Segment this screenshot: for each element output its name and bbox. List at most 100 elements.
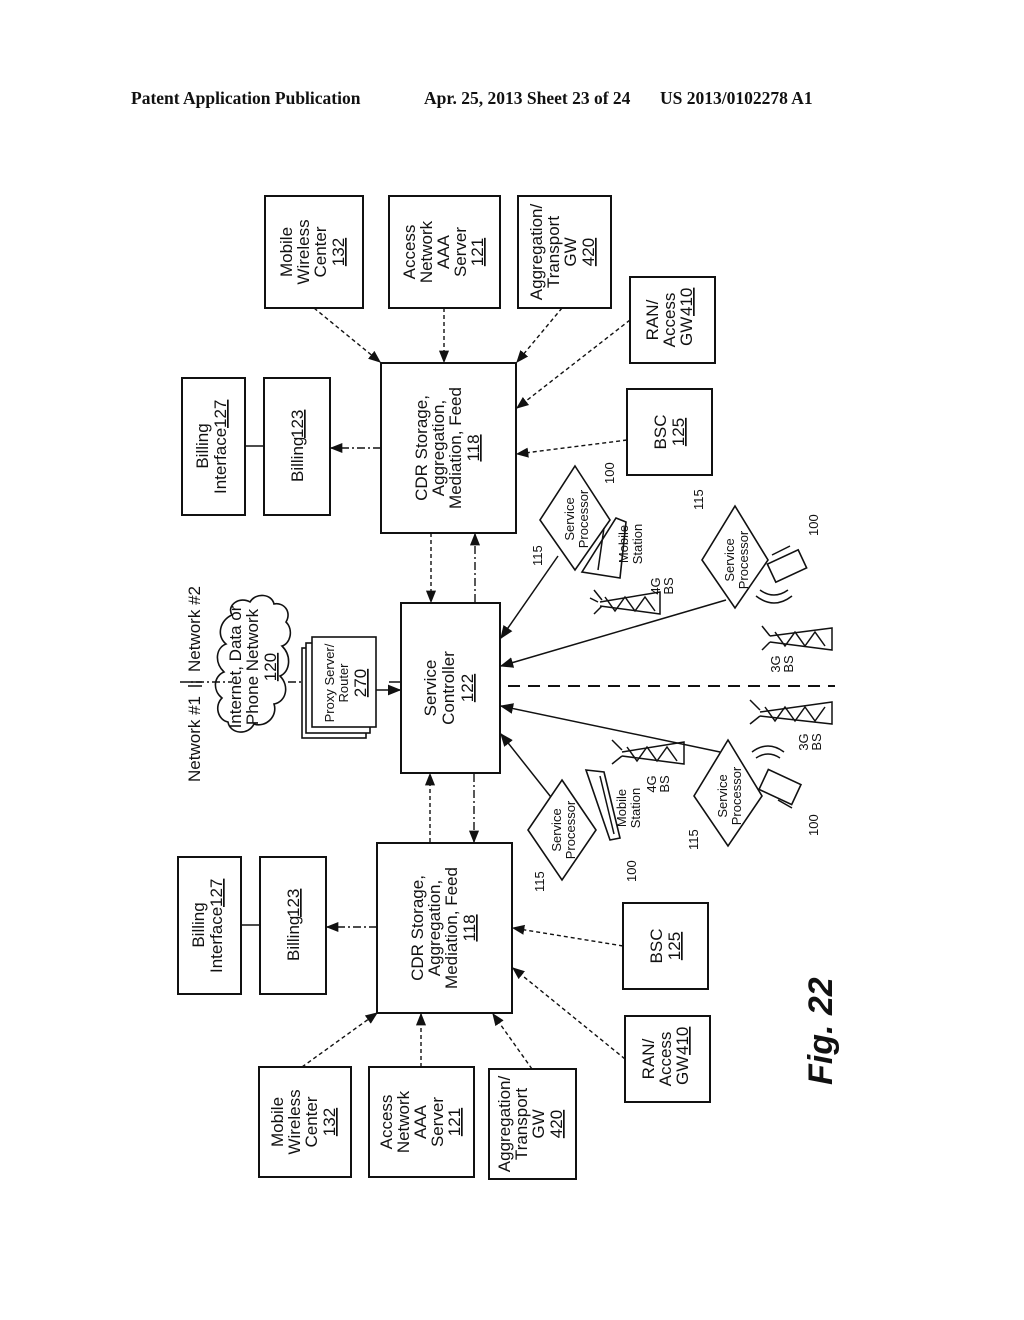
label-line: Processor [576, 489, 591, 548]
ref-number: 122 [458, 674, 477, 702]
n2-billing-box: Billing 123 [263, 377, 331, 516]
ref-number: 270 [351, 669, 370, 697]
network-divider-label: Network #1 Network #2 [185, 586, 204, 782]
ref-number: 100 [624, 860, 639, 882]
n1-cdr-storage-box: CDR Storage, Aggregation, Mediation, Fee… [376, 842, 513, 1014]
label-line: Billing [288, 437, 307, 482]
bs-3g-label: 3G BS [796, 733, 824, 751]
label-line: Billing [193, 423, 212, 468]
label-line: Service [421, 660, 440, 717]
label-line: Station [628, 788, 643, 828]
sp-to-sc-arrow [500, 555, 559, 640]
label-line: Mobile [614, 789, 629, 827]
ref-number: 115 [530, 545, 545, 566]
label-line: Proxy Server/ [322, 643, 337, 722]
ref-number: 118 [464, 434, 483, 461]
label-line: Center [311, 226, 330, 277]
ref-number: 410 [677, 288, 696, 316]
mobile-station-label: Mobile Station [616, 524, 645, 564]
label-line: Billing [189, 902, 208, 947]
ref-number: 120 [261, 653, 280, 681]
ref-number: 127 [211, 400, 230, 428]
cell-tower-icon [761, 625, 833, 651]
ref-number: 100 [806, 814, 821, 836]
label-line: Processor [563, 800, 578, 859]
label-line: GW [673, 1056, 692, 1085]
label-line: Controller [439, 651, 458, 725]
ref-number: 100 [806, 514, 821, 536]
signal-waves-icon [755, 589, 793, 604]
label-line: Service [562, 497, 577, 540]
n2-ran-to-cdr-arrow [516, 319, 631, 409]
n1-transport-gw-box: Aggregation/ Transport GW 420 [488, 1068, 577, 1180]
ref-number: 420 [579, 238, 598, 266]
label-line: BS [809, 733, 824, 751]
ref-number: 132 [320, 1108, 339, 1136]
n2-aaa-server-box: Access Network AAA Server 121 [388, 195, 501, 309]
label-line: Billing [284, 916, 303, 961]
mobile-station-label: Mobile Station [614, 788, 643, 828]
service-controller-box: Service Controller 122 [400, 602, 501, 774]
proxy-server-router-stack: Proxy Server/ Router 270 [301, 636, 377, 739]
ref-number: 127 [207, 879, 226, 907]
network-2-label: Network #2 [185, 586, 204, 672]
service-processor-diamond: Service Processor [693, 738, 763, 848]
label-line: Mediation, Feed [446, 387, 465, 509]
figure-label: Fig. 22 [802, 977, 840, 1085]
label-line: Router [336, 663, 351, 703]
label-line: Service [722, 538, 737, 581]
ref-number: 123 [288, 410, 307, 438]
label-line: BSC [647, 929, 666, 964]
label-line: Mobile [616, 525, 631, 563]
n2-tgw-to-cdr-arrow [516, 307, 563, 363]
ref-number: 115 [532, 871, 547, 892]
n1-billing-interface-box: Billing Interface 127 [177, 856, 242, 995]
cell-tower-icon [611, 739, 685, 765]
ref-number: 121 [445, 1108, 464, 1136]
label-line: BSC [651, 415, 670, 450]
n2-billing-interface-box: Billing Interface 127 [181, 377, 246, 516]
bs-3g-label: 3G BS [768, 655, 796, 673]
label-line: Phone Network [243, 608, 262, 725]
label-line: Service [549, 808, 564, 851]
n1-aaa-server-box: Access Network AAA Server 121 [368, 1066, 475, 1178]
n2-mwc-to-cdr-arrow [313, 307, 381, 363]
label-line: GW [561, 237, 580, 266]
n2-bsc-to-cdr-arrow [515, 439, 628, 458]
n1-ran-access-gw-box: RAN/ Access GW 410 [624, 1015, 711, 1103]
label-line: Station [630, 524, 645, 564]
ref-number: 123 [284, 889, 303, 917]
ref-number: 410 [673, 1027, 692, 1055]
bs-4g-label: 4G BS [648, 577, 676, 595]
ref-number: 115 [686, 829, 701, 850]
signal-waves-icon [751, 745, 785, 759]
service-processor-diamond: Service Processor [701, 504, 769, 610]
label-line: Interface [211, 428, 230, 494]
label-line: BS [781, 655, 796, 673]
bs-4g-label: 4G BS [644, 775, 672, 793]
n1-billing-box: Billing 123 [259, 856, 327, 995]
mobile-phone-icon [766, 545, 808, 584]
figure-22-diagram: Mobile Wireless Center 132 Access Networ… [177, 195, 840, 1180]
n2-mobile-wireless-center-box: Mobile Wireless Center 132 [264, 195, 364, 309]
n2-ran-access-gw-box: RAN/ Access GW 410 [629, 276, 716, 364]
ref-number: 100 [602, 462, 617, 484]
label-line: Service [715, 774, 730, 817]
ref-number: 420 [547, 1110, 566, 1138]
n2-bsc-box: BSC 125 [626, 388, 713, 476]
label-line: Processor [729, 766, 744, 825]
ref-number: 132 [329, 238, 348, 266]
ref-number: 125 [665, 932, 684, 960]
label-line: BS [657, 775, 672, 793]
ref-number: 118 [460, 914, 479, 941]
label-line: GW [529, 1109, 548, 1138]
label-line: GW [677, 317, 696, 346]
label-line: Center [302, 1096, 321, 1147]
n1-ran-to-cdr-arrow [512, 967, 626, 1060]
n2-cdr-storage-box: CDR Storage, Aggregation, Mediation, Fee… [380, 362, 517, 534]
network-1-label: Network #1 [185, 696, 204, 782]
n1-tgw-to-cdr-arrow [492, 1012, 533, 1070]
ref-number: 125 [669, 418, 688, 446]
label-line: Mediation, Feed [442, 867, 461, 989]
service-processor-diamond: Service Processor [527, 778, 597, 882]
